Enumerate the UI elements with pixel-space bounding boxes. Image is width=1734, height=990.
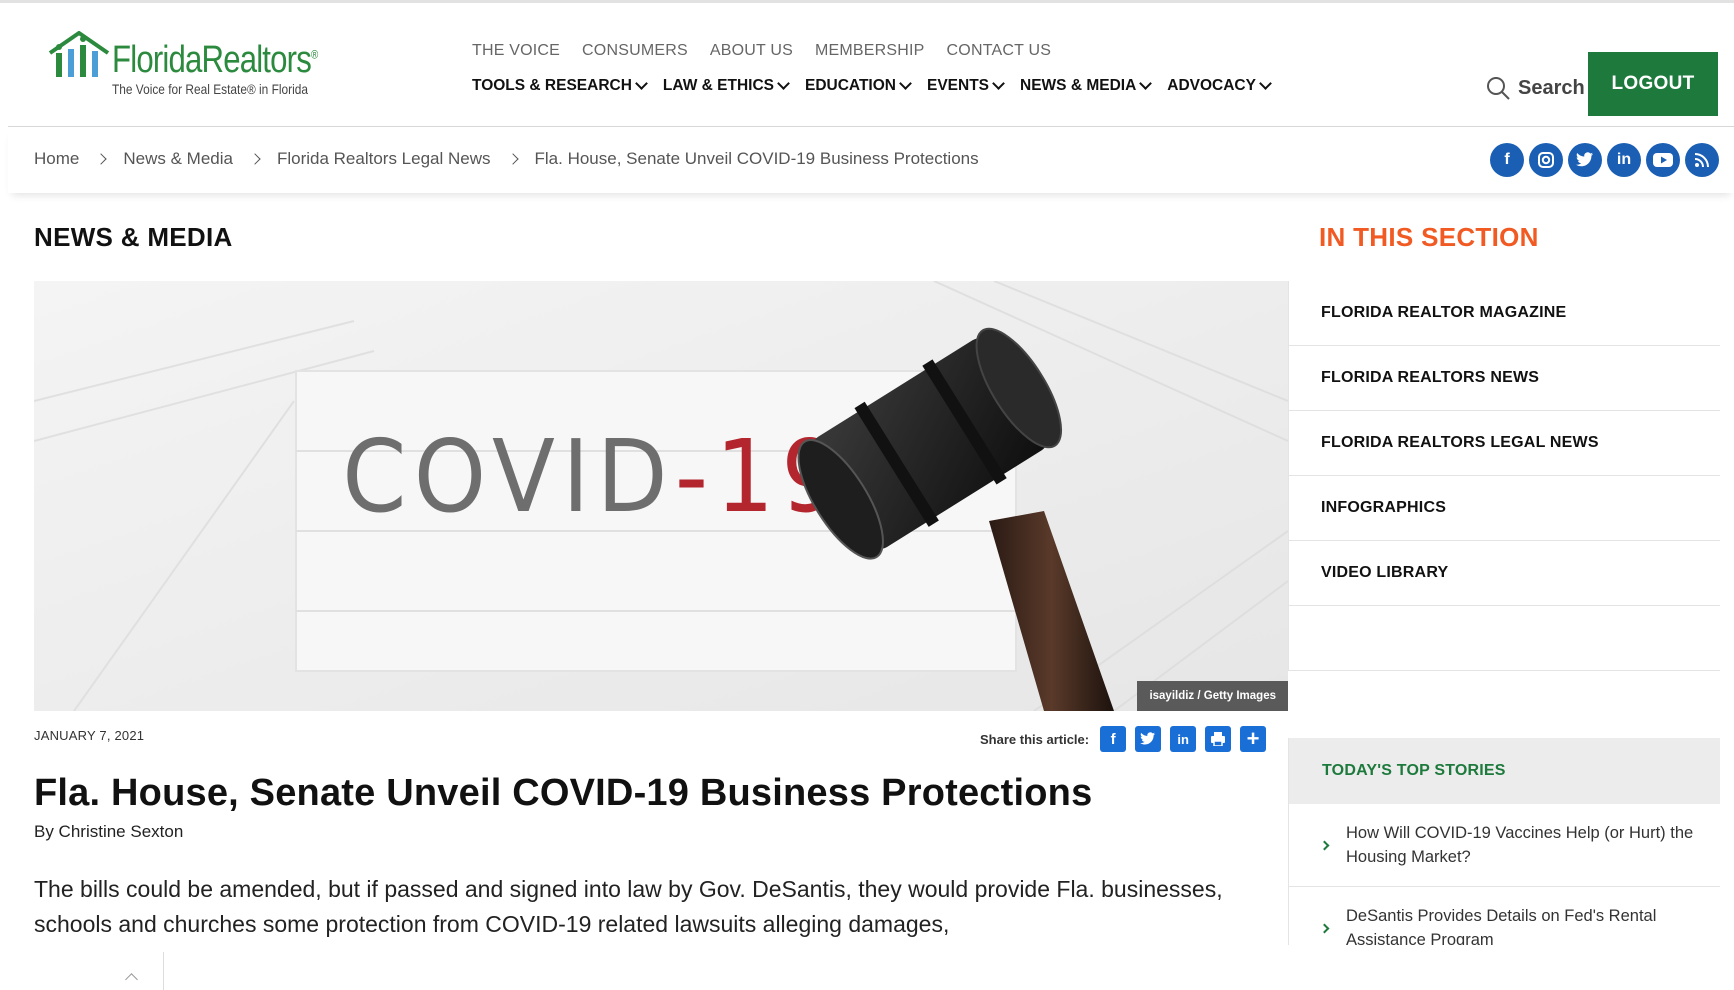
breadcrumb: Home News & Media Florida Realtors Legal… bbox=[34, 149, 979, 169]
chevron-down-icon bbox=[1259, 77, 1272, 90]
sidebar-spacer bbox=[1289, 606, 1720, 671]
chevron-down-icon bbox=[777, 77, 790, 90]
main-nav: TOOLS & RESEARCH LAW & ETHICS EDUCATION … bbox=[472, 77, 1287, 95]
breadcrumb-home[interactable]: Home bbox=[34, 149, 79, 169]
search-label: Search bbox=[1518, 76, 1585, 99]
sidebar-title: IN THIS SECTION bbox=[1319, 222, 1539, 252]
share-more-icon[interactable]: + bbox=[1240, 726, 1267, 752]
article-hero-image: COVID-19 isayildiz / Getty Images bbox=[34, 281, 1288, 711]
article-title: Fla. House, Senate Unveil COVID-19 Busin… bbox=[34, 772, 1093, 814]
nav-contact-us[interactable]: CONTACT US bbox=[947, 42, 1052, 60]
chevron-right-icon bbox=[1319, 923, 1330, 933]
chevron-right-icon bbox=[249, 153, 261, 165]
nav-membership[interactable]: MEMBERSHIP bbox=[815, 42, 925, 60]
nav-news-media[interactable]: NEWS & MEDIA bbox=[1020, 77, 1153, 95]
nav-consumers[interactable]: CONSUMERS bbox=[582, 42, 688, 60]
scroll-up-icon[interactable] bbox=[125, 973, 138, 986]
chevron-down-icon bbox=[635, 77, 648, 90]
logout-button[interactable]: LOGOUT bbox=[1588, 52, 1718, 116]
bottom-toolbar bbox=[0, 945, 1734, 990]
nav-events[interactable]: EVENTS bbox=[927, 77, 1005, 95]
search-button[interactable]: Search bbox=[1486, 76, 1585, 100]
breadcrumb-bar: Home News & Media Florida Realtors Legal… bbox=[8, 127, 1734, 193]
top-story-link[interactable]: How Will COVID-19 Vaccines Help (or Hurt… bbox=[1289, 804, 1720, 887]
article-byline: By Christine Sexton bbox=[34, 822, 184, 841]
sidebar-item-legal-news[interactable]: FLORIDA REALTORS LEGAL NEWS bbox=[1289, 411, 1720, 476]
breadcrumb-news-media[interactable]: News & Media bbox=[123, 149, 233, 169]
chevron-down-icon bbox=[992, 77, 1005, 90]
facebook-icon[interactable]: f bbox=[1490, 143, 1524, 177]
chevron-down-icon bbox=[899, 77, 912, 90]
utility-nav: THE VOICE CONSUMERS ABOUT US MEMBERSHIP … bbox=[472, 42, 1073, 60]
gavel-mask-photo: COVID-19 bbox=[34, 281, 1288, 711]
nav-tools-research[interactable]: TOOLS & RESEARCH bbox=[472, 77, 648, 95]
article-date: JANUARY 7, 2021 bbox=[34, 728, 145, 743]
sidebar-item-florida-realtors-news[interactable]: FLORIDA REALTORS NEWS bbox=[1289, 346, 1720, 411]
site-header: FloridaRealtors® The Voice for Real Esta… bbox=[8, 3, 1734, 127]
chevron-right-icon bbox=[1319, 840, 1330, 850]
top-story-text: How Will COVID-19 Vaccines Help (or Hurt… bbox=[1346, 824, 1694, 866]
sidebar-item-infographics[interactable]: INFOGRAPHICS bbox=[1289, 476, 1720, 541]
share-print-icon[interactable] bbox=[1205, 726, 1232, 752]
nav-education[interactable]: EDUCATION bbox=[805, 77, 912, 95]
share-twitter-icon[interactable] bbox=[1135, 726, 1162, 752]
nav-advocacy[interactable]: ADVOCACY bbox=[1167, 77, 1272, 95]
divider bbox=[163, 952, 164, 990]
search-icon bbox=[1487, 77, 1510, 100]
svg-text:COVID-19: COVID-19 bbox=[342, 418, 847, 535]
breadcrumb-legal-news[interactable]: Florida Realtors Legal News bbox=[277, 149, 491, 169]
instagram-icon[interactable] bbox=[1529, 143, 1563, 177]
share-bar: Share this article: f in + bbox=[980, 726, 1267, 752]
article-lede: The bills could be amended, but if passe… bbox=[34, 876, 1223, 937]
nav-law-ethics[interactable]: LAW & ETHICS bbox=[663, 77, 790, 95]
social-links: f in bbox=[1490, 143, 1719, 177]
breadcrumb-current: Fla. House, Senate Unveil COVID-19 Busin… bbox=[534, 149, 979, 168]
sidebar-item-florida-realtor-magazine[interactable]: FLORIDA REALTOR MAGAZINE bbox=[1289, 281, 1720, 346]
share-linkedin-icon[interactable]: in bbox=[1170, 726, 1197, 752]
twitter-icon[interactable] bbox=[1568, 143, 1602, 177]
florida-realtors-logo[interactable]: FloridaRealtors® The Voice for Real Esta… bbox=[46, 31, 326, 101]
top-stories-title: TODAY'S TOP STORIES bbox=[1289, 738, 1720, 804]
logo-name: FloridaRealtors® bbox=[112, 39, 318, 81]
linkedin-icon[interactable]: in bbox=[1607, 143, 1641, 177]
rss-icon[interactable] bbox=[1685, 143, 1719, 177]
logo-tagline: The Voice for Real Estate® in Florida bbox=[112, 81, 308, 97]
nav-about-us[interactable]: ABOUT US bbox=[710, 42, 793, 60]
share-facebook-icon[interactable]: f bbox=[1100, 726, 1127, 752]
image-credit: isayildiz / Getty Images bbox=[1137, 681, 1288, 711]
share-label: Share this article: bbox=[980, 731, 1090, 747]
house-logo-icon bbox=[48, 31, 110, 77]
chevron-down-icon bbox=[1139, 77, 1153, 90]
sidebar-section-list: FLORIDA REALTOR MAGAZINE FLORIDA REALTOR… bbox=[1288, 281, 1720, 671]
nav-the-voice[interactable]: THE VOICE bbox=[472, 42, 560, 60]
chevron-right-icon bbox=[506, 153, 519, 165]
youtube-icon[interactable] bbox=[1646, 143, 1680, 177]
chevron-right-icon bbox=[95, 153, 108, 165]
sidebar-item-video-library[interactable]: VIDEO LIBRARY bbox=[1289, 541, 1720, 606]
section-title: NEWS & MEDIA bbox=[34, 222, 233, 252]
top-stories: TODAY'S TOP STORIES How Will COVID-19 Va… bbox=[1288, 738, 1720, 970]
